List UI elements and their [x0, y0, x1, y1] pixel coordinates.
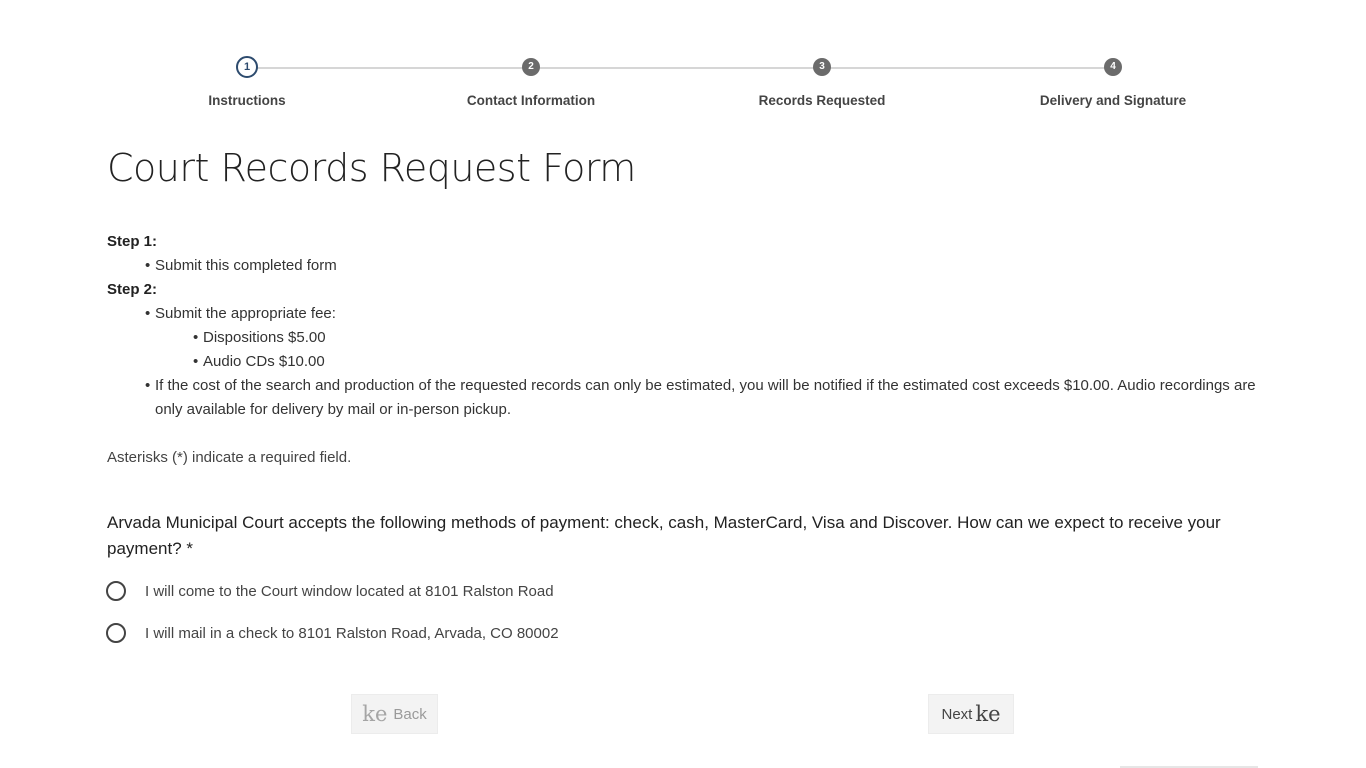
payment-method-question: Arvada Municipal Court accepts the follo… [107, 513, 1221, 558]
back-button[interactable]: ke Back [351, 694, 438, 734]
stepper-track [247, 67, 1112, 69]
step-label: Delivery and Signature [1039, 93, 1187, 108]
step-label: Contact Information [466, 93, 596, 108]
step-delivery-and-signature[interactable]: 4 Delivery and Signature [1003, 56, 1223, 108]
step1-heading: Step 1: [107, 233, 158, 250]
radio-option-mail-check[interactable]: I will mail in a check to 8101 Ralston R… [106, 623, 559, 643]
progress-stepper: 1 Instructions 2 Contact Information 3 R… [0, 56, 1366, 108]
next-arrow-icon: ke [975, 701, 1001, 726]
bullet-icon: • [193, 353, 199, 370]
step-label: Instructions [208, 93, 286, 108]
list-item: • If the cost of the search and producti… [107, 374, 1257, 422]
fee-audio-cds: Audio CDs $10.00 [203, 353, 325, 370]
page-title: Court Records Request Form [107, 146, 636, 190]
step-number-badge: 1 [236, 56, 258, 78]
step-records-requested[interactable]: 3 Records Requested [712, 56, 932, 108]
instructions-block: Step 1: • Submit this completed form Ste… [107, 230, 1257, 422]
radio-option-court-window[interactable]: I will come to the Court window located … [106, 581, 554, 601]
back-button-label: Back [393, 705, 427, 723]
list-item-text: Submit this completed form [155, 257, 337, 274]
bullet-icon: • [193, 329, 199, 346]
list-item: • Audio CDs $10.00 [107, 350, 1257, 374]
step2-heading: Step 2: [107, 281, 158, 298]
step-instructions[interactable]: 1 Instructions [137, 56, 357, 108]
bullet-icon: • [145, 377, 151, 394]
back-arrow-icon: ke [362, 701, 388, 726]
court-records-request-page: 1 Instructions 2 Contact Information 3 R… [0, 0, 1366, 768]
required-field-note: Asterisks (*) indicate a required field. [107, 449, 352, 466]
radio-button[interactable] [106, 581, 126, 601]
step-contact-information[interactable]: 2 Contact Information [421, 56, 641, 108]
radio-button[interactable] [106, 623, 126, 643]
cost-estimate-note: If the cost of the search and production… [155, 377, 1256, 418]
radio-label[interactable]: I will mail in a check to 8101 Ralston R… [145, 625, 559, 642]
step-number-badge: 4 [1104, 58, 1122, 76]
next-button-label: Next [941, 705, 973, 723]
step-label: Records Requested [758, 93, 886, 108]
bullet-icon: • [145, 305, 151, 322]
radio-label[interactable]: I will come to the Court window located … [145, 583, 554, 600]
fee-dispositions: Dispositions $5.00 [203, 329, 326, 346]
bullet-icon: • [145, 257, 151, 274]
list-item: • Submit this completed form [107, 254, 1257, 278]
step-number-badge: 2 [522, 58, 540, 76]
list-item: • Dispositions $5.00 [107, 326, 1257, 350]
next-button[interactable]: Next ke [928, 694, 1014, 734]
list-item: • Submit the appropriate fee: [107, 302, 1257, 326]
step-number-badge: 3 [813, 58, 831, 76]
list-item-text: Submit the appropriate fee: [155, 305, 336, 322]
